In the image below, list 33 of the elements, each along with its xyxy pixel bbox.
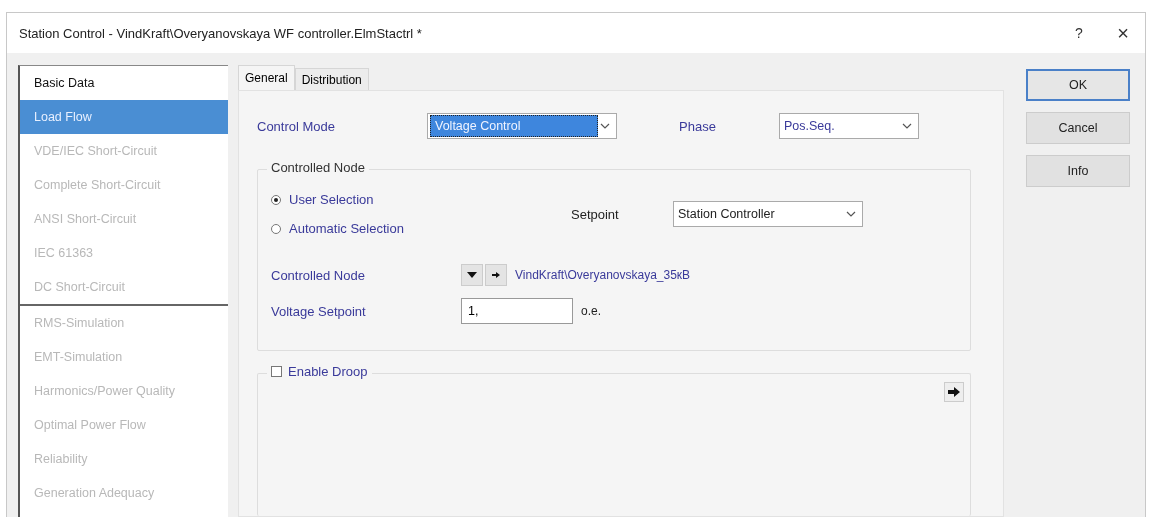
help-button[interactable]: ? [1057,24,1101,42]
field-label: Phase [679,118,717,134]
tab[interactable]: Distribution [294,68,369,90]
triangle-down-icon [467,272,477,278]
voltage-setpoint-field[interactable]: 1, [461,298,573,324]
unit-label: o.e. [581,304,601,318]
field-label: Setpoint [571,206,620,222]
setpoint-dropdown[interactable]: Station Controller [673,201,863,227]
field-label: Controlled Node [271,267,366,283]
close-button[interactable]: × [1101,20,1145,46]
checkbox-label: Enable Droop [288,364,368,379]
window-title: Station Control - VindKraft\Overyanovskaya WF controller.ElmStactrl * [19,25,423,41]
sidebar-item[interactable]: Basic Data [20,66,228,100]
tab[interactable]: General [238,65,295,90]
chevron-down-icon [902,123,912,129]
checkbox[interactable] [271,366,282,377]
dialog-button[interactable]: OK [1026,69,1130,101]
node-path[interactable]: VindKraft\Overyanovskaya_35кВ [515,268,691,282]
chevron-down-icon [846,211,856,217]
group-title: Controlled Node [267,160,369,175]
dropdown-button[interactable] [461,264,483,286]
radio-option[interactable]: Automatic Selection [271,221,571,236]
chevron-down-icon [600,123,610,129]
field-label: Control Mode [257,118,337,134]
arrow-right-icon [492,272,500,278]
dialog-button[interactable]: Info [1026,155,1130,187]
phase-dropdown[interactable]: Pos.Seq. [779,113,919,139]
dialog-button[interactable]: Cancel [1026,112,1130,144]
arrow-button[interactable] [944,382,964,402]
jump-button[interactable] [485,264,507,286]
field-label: Voltage Setpoint [271,303,367,319]
arrow-right-icon [948,387,960,397]
radio-option[interactable]: User Selection [271,192,571,207]
